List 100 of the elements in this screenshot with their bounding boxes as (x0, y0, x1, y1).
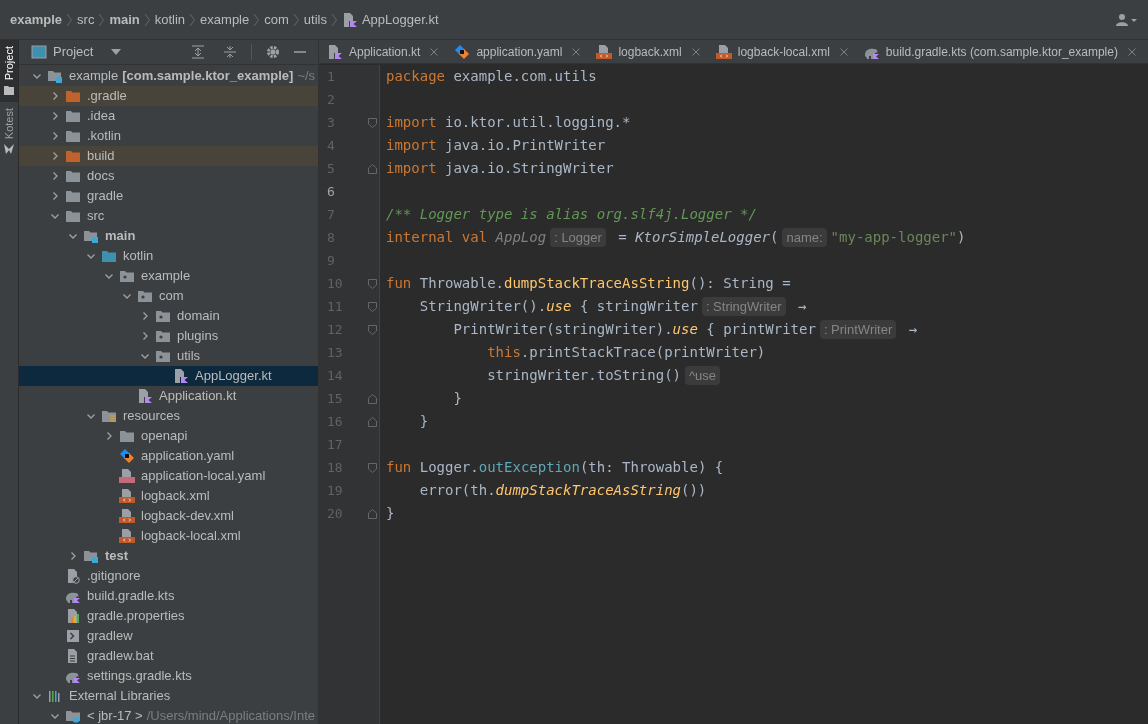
chevron-down-icon[interactable] (32, 71, 42, 81)
breadcrumb[interactable]: kotlin (154, 9, 186, 30)
tab-label: build.gradle.kts (com.sample.ktor_example) (885, 43, 1118, 61)
tree-item[interactable]: < jbr-17 > /Users/mind/Applications/Inte (19, 706, 318, 724)
user-icon[interactable] (1116, 12, 1138, 27)
tree-item[interactable]: plugins (19, 326, 318, 346)
fold-icon[interactable] (368, 278, 377, 289)
breadcrumb[interactable]: example (10, 9, 63, 30)
close-icon[interactable] (572, 47, 581, 56)
editor-tab[interactable]: application.yaml (446, 40, 589, 63)
chevron-right-icon[interactable] (68, 551, 78, 561)
tree-item[interactable]: .kotlin (19, 126, 318, 146)
tool-window-tab[interactable]: Project (0, 40, 18, 103)
tree-item[interactable]: External Libraries (19, 686, 318, 706)
tree-item[interactable]: logback-local.xml (19, 526, 318, 546)
close-icon[interactable] (839, 47, 848, 56)
chevron-right-icon[interactable] (104, 431, 114, 441)
tree-item[interactable]: example [com.sample.ktor_example] ~/s (19, 66, 318, 86)
fold-icon[interactable] (368, 393, 377, 404)
fold-icon[interactable] (368, 416, 377, 427)
collapse-all-icon[interactable] (223, 45, 237, 59)
jdk-folder-icon (65, 708, 81, 724)
tree-item[interactable]: application-local.yaml (19, 466, 318, 486)
fold-icon[interactable] (368, 462, 377, 473)
fold-icon[interactable] (368, 324, 377, 335)
tree-item[interactable]: domain (19, 306, 318, 326)
editor-tab[interactable]: build.gradle.kts (com.sample.ktor_example) (855, 40, 1144, 63)
tab-label: logback.xml (618, 43, 682, 61)
breadcrumb[interactable]: src (77, 9, 95, 30)
tree-item[interactable]: AppLogger.kt (19, 366, 318, 386)
expand-all-icon[interactable] (191, 45, 205, 59)
fold-icon[interactable] (368, 163, 377, 174)
tree-item[interactable]: gradlew.bat (19, 646, 318, 666)
xml-file-icon (119, 508, 135, 524)
fold-icon[interactable] (368, 508, 377, 519)
breadcrumb[interactable]: main (109, 9, 140, 30)
tool-window-tab[interactable]: Kotest (0, 102, 18, 162)
code-line: StringWriter().use { stringWriter : StringWriter → (386, 296, 807, 317)
code-line: fun Logger.outException(th: Throwable) { (386, 458, 724, 477)
code-line: fun Throwable.dumpStackTraceAsString(): String = (386, 274, 791, 293)
breadcrumb[interactable]: com (264, 9, 289, 30)
kotlin-file-icon (173, 368, 189, 384)
line-number: 6 (326, 182, 336, 201)
tree-item[interactable]: gradlew (19, 626, 318, 646)
package-folder-icon (119, 268, 135, 284)
code-line: import java.io.StringWriter (386, 159, 614, 178)
fold-icon[interactable] (368, 301, 377, 312)
tree-item[interactable]: openapi (19, 426, 318, 446)
tree-item[interactable]: build (19, 146, 318, 166)
properties-file-icon (65, 608, 81, 624)
tree-item[interactable]: main (19, 226, 318, 246)
tree-item-label: AppLogger.kt (195, 367, 272, 386)
tree-item[interactable]: src (19, 206, 318, 226)
dropdown-icon[interactable] (111, 49, 122, 55)
tree-item[interactable]: docs (19, 166, 318, 186)
tree-item[interactable]: example (19, 266, 318, 286)
chevron-down-icon[interactable] (140, 351, 150, 361)
tree-item[interactable]: utils (19, 346, 318, 366)
close-icon[interactable] (430, 47, 439, 56)
breadcrumb[interactable]: utils (303, 9, 327, 30)
fold-icon[interactable] (368, 117, 377, 128)
tree-item[interactable]: .gitignore (19, 566, 318, 586)
breadcrumb[interactable]: AppLogger.kt (361, 9, 439, 30)
tree-item[interactable]: .gradle (19, 86, 318, 106)
code-line: internal val AppLog : Logger = KtorSimpleLogger( name: "my-app-logger") (386, 227, 966, 248)
tree-item-label: logback.xml (141, 487, 210, 506)
tree-item[interactable]: build.gradle.kts (19, 586, 318, 606)
tree-item-label: gradle (87, 187, 124, 206)
editor-tab[interactable]: logback-local.xml (707, 40, 856, 63)
tree-item[interactable]: settings.gradle.kts (19, 666, 318, 686)
tree-item[interactable]: test (19, 546, 318, 566)
close-icon[interactable] (691, 47, 700, 56)
tree-item-label: domain (177, 307, 220, 326)
inlay-hint: : PrintWriter (819, 319, 897, 340)
tab-label: application.yaml (476, 43, 563, 61)
inlay-hint: : StringWriter (701, 296, 786, 317)
panel-icon (31, 45, 47, 59)
inlay-hint: name: (782, 227, 827, 248)
tree-item[interactable]: com (19, 286, 318, 306)
tree-item[interactable]: application.yaml (19, 446, 318, 466)
tree-item[interactable]: gradle.properties (19, 606, 318, 626)
tree-item[interactable]: resources (19, 406, 318, 426)
tree-item[interactable]: logback-dev.xml (19, 506, 318, 526)
breadcrumb[interactable]: example (200, 9, 250, 30)
editor-tab[interactable]: logback.xml (588, 40, 708, 63)
tree-item[interactable]: kotlin (19, 246, 318, 266)
tree-item[interactable]: logback.xml (19, 486, 318, 506)
tree-item[interactable]: Application.kt (19, 386, 318, 406)
code-line: PrintWriter(stringWriter).use { printWriter : PrintWriter → (386, 319, 918, 340)
close-icon[interactable] (1127, 47, 1136, 56)
tree-item[interactable]: .idea (19, 106, 318, 126)
tree-item-label: example (69, 67, 119, 86)
tree-item[interactable]: gradle (19, 186, 318, 206)
editor-tab[interactable]: Application.kt (319, 40, 447, 63)
folder-icon (119, 428, 135, 444)
code-line: } (418, 412, 429, 431)
tree-item-label: com (159, 287, 184, 306)
tree-item-label: .gitignore (87, 567, 141, 586)
chevron-down-icon[interactable] (86, 411, 96, 421)
settings-icon[interactable] (266, 45, 280, 59)
